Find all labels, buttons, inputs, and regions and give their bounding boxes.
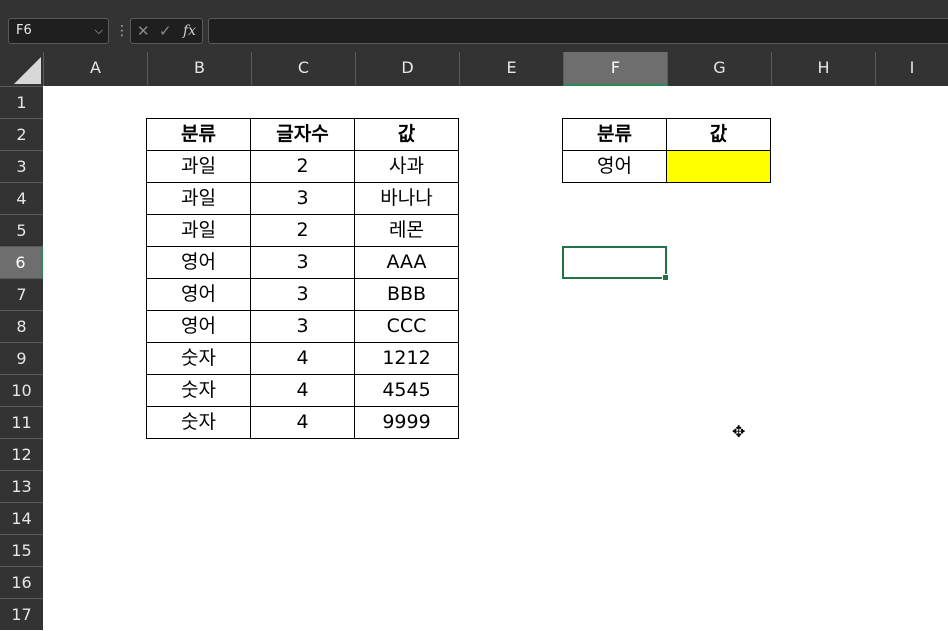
formula-input[interactable] bbox=[208, 18, 948, 44]
lookup-header-cell[interactable]: 분류 bbox=[563, 119, 667, 151]
row-header-9[interactable]: 9 bbox=[0, 342, 43, 374]
row-header-13[interactable]: 13 bbox=[0, 470, 43, 502]
table-cell[interactable]: 과일 bbox=[147, 151, 251, 183]
row-header-1[interactable]: 1 bbox=[0, 86, 43, 118]
table-cell[interactable]: 영어 bbox=[147, 247, 251, 279]
column-header-a[interactable]: A bbox=[43, 52, 147, 86]
lookup-result-cell[interactable] bbox=[667, 151, 771, 183]
column-header-b[interactable]: B bbox=[147, 52, 251, 86]
lookup-category-cell[interactable]: 영어 bbox=[563, 151, 667, 183]
select-all-button[interactable] bbox=[0, 52, 43, 86]
row-header-3[interactable]: 3 bbox=[0, 150, 43, 182]
table-cell[interactable]: 3 bbox=[251, 311, 355, 343]
active-cell-selection[interactable] bbox=[562, 246, 669, 281]
insert-function-icon[interactable]: fx bbox=[183, 19, 196, 43]
row-header-12[interactable]: 12 bbox=[0, 438, 43, 470]
table-header-cell[interactable]: 분류 bbox=[147, 119, 251, 151]
table-cell[interactable]: 9999 bbox=[355, 407, 459, 439]
table-cell[interactable]: 4545 bbox=[355, 375, 459, 407]
row-header-15[interactable]: 15 bbox=[0, 534, 43, 566]
cancel-icon[interactable]: ✕ bbox=[137, 19, 150, 43]
column-header-c[interactable]: C bbox=[251, 52, 355, 86]
table-cell[interactable]: 2 bbox=[251, 215, 355, 247]
table-cell[interactable]: 3 bbox=[251, 279, 355, 311]
table-header-cell[interactable]: 값 bbox=[355, 119, 459, 151]
more-options-icon[interactable]: ⋮ bbox=[115, 18, 129, 44]
row-header-17[interactable]: 17 bbox=[0, 598, 43, 630]
table-cell[interactable]: 3 bbox=[251, 183, 355, 215]
table-cell[interactable]: 2 bbox=[251, 151, 355, 183]
table-cell[interactable]: 4 bbox=[251, 343, 355, 375]
lookup-table: 분류 값 영어 bbox=[562, 118, 771, 183]
row-header-10[interactable]: 10 bbox=[0, 374, 43, 406]
table-cell[interactable]: 과일 bbox=[147, 183, 251, 215]
fill-handle[interactable] bbox=[662, 274, 669, 281]
table-cell[interactable]: 영어 bbox=[147, 279, 251, 311]
table-header-cell[interactable]: 글자수 bbox=[251, 119, 355, 151]
table-cell[interactable]: CCC bbox=[355, 311, 459, 343]
table-cell[interactable]: 레몬 bbox=[355, 215, 459, 247]
table-cell[interactable]: 4 bbox=[251, 407, 355, 439]
row-header-11[interactable]: 11 bbox=[0, 406, 43, 438]
row-headers: 1 2 3 4 5 6 7 8 9 10 11 12 13 14 15 16 1… bbox=[0, 86, 43, 630]
column-header-f[interactable]: F bbox=[563, 52, 667, 86]
row-header-6[interactable]: 6 bbox=[0, 246, 43, 278]
column-header-h[interactable]: H bbox=[771, 52, 875, 86]
cell-cursor-icon: ✥ bbox=[732, 422, 746, 441]
column-header-i[interactable]: I bbox=[875, 52, 948, 86]
select-all-triangle-icon bbox=[14, 57, 41, 84]
table-cell[interactable]: 바나나 bbox=[355, 183, 459, 215]
column-header-e[interactable]: E bbox=[459, 52, 563, 86]
table-cell[interactable]: 3 bbox=[251, 247, 355, 279]
table-cell[interactable]: 4 bbox=[251, 375, 355, 407]
row-header-14[interactable]: 14 bbox=[0, 502, 43, 534]
table-cell[interactable]: 과일 bbox=[147, 215, 251, 247]
table-cell[interactable]: 사과 bbox=[355, 151, 459, 183]
row-header-16[interactable]: 16 bbox=[0, 566, 43, 598]
table-cell[interactable]: 영어 bbox=[147, 311, 251, 343]
enter-check-icon[interactable]: ✓ bbox=[159, 19, 172, 43]
formula-buttons: ✕ ✓ fx bbox=[130, 18, 203, 44]
table-cell[interactable]: 숫자 bbox=[147, 407, 251, 439]
table-cell[interactable]: 1212 bbox=[355, 343, 459, 375]
table-cell[interactable]: 숫자 bbox=[147, 343, 251, 375]
table-cell[interactable]: AAA bbox=[355, 247, 459, 279]
chevron-down-icon[interactable]: ⌵ bbox=[95, 19, 103, 43]
lookup-header-cell[interactable]: 값 bbox=[667, 119, 771, 151]
name-box-value: F6 bbox=[16, 23, 32, 38]
row-header-8[interactable]: 8 bbox=[0, 310, 43, 342]
main-table: 분류 글자수 값 과일 2 사과 과일 3 바나나 과일 2 레몬 영어 3 A… bbox=[146, 118, 459, 439]
column-headers: A B C D E F G H I bbox=[0, 52, 948, 86]
table-cell[interactable]: BBB bbox=[355, 279, 459, 311]
row-header-7[interactable]: 7 bbox=[0, 278, 43, 310]
name-box[interactable]: F6 ⌵ bbox=[8, 18, 109, 44]
row-header-4[interactable]: 4 bbox=[0, 182, 43, 214]
formula-bar: F6 ⌵ ⋮ ✕ ✓ fx bbox=[0, 0, 948, 52]
row-header-5[interactable]: 5 bbox=[0, 214, 43, 246]
table-cell[interactable]: 숫자 bbox=[147, 375, 251, 407]
column-header-g[interactable]: G bbox=[667, 52, 771, 86]
row-header-2[interactable]: 2 bbox=[0, 118, 43, 150]
column-header-d[interactable]: D bbox=[355, 52, 459, 86]
